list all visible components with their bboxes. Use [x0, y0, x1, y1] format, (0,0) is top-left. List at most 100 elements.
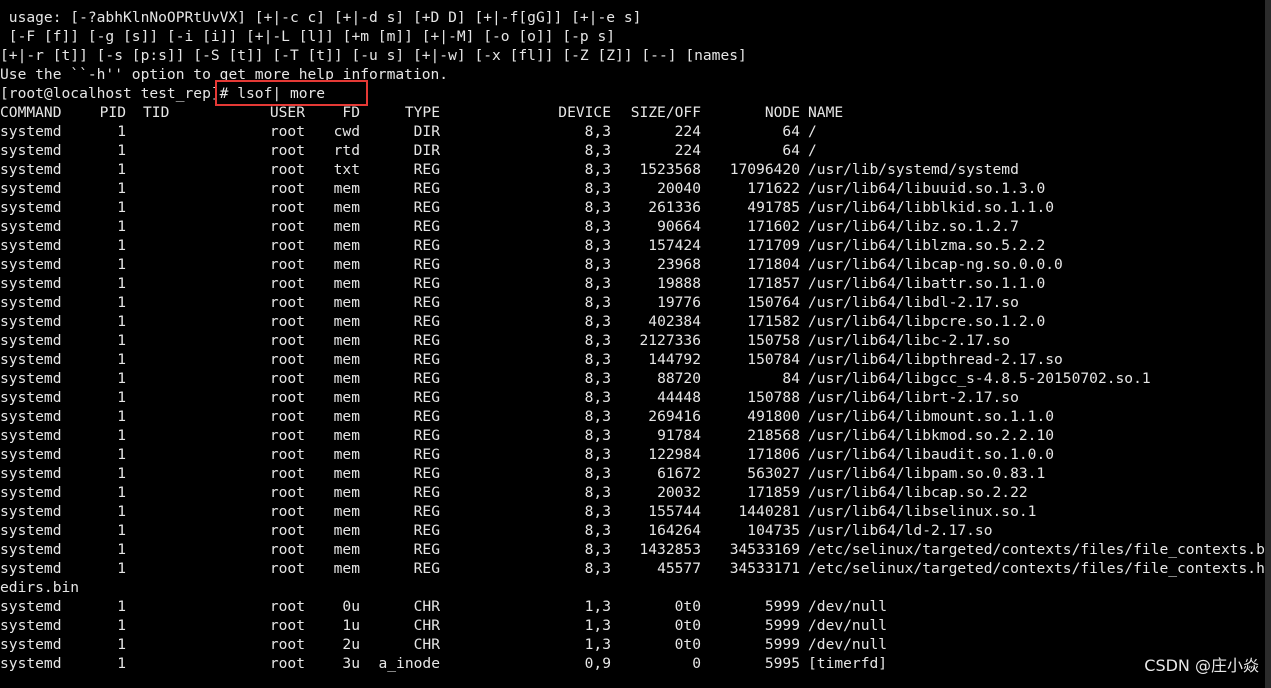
- cell-size: 155744: [648, 503, 701, 520]
- cell-type: CHR: [413, 636, 440, 653]
- cell-user: root: [269, 351, 305, 368]
- cell-command: systemd: [0, 123, 62, 140]
- cell-pid: 1: [117, 351, 126, 368]
- cell-fd: mem: [333, 351, 360, 368]
- cell-node: 171622: [747, 180, 800, 197]
- cell-node: 150764: [747, 294, 800, 311]
- cell-name: /: [808, 123, 817, 140]
- cell-pid: 1: [117, 427, 126, 444]
- cell-type: REG: [413, 218, 440, 235]
- cell-pid: 1: [117, 142, 126, 159]
- cell-type: REG: [413, 313, 440, 330]
- cell-size: 23968: [657, 256, 701, 273]
- cell-pid: 1: [117, 294, 126, 311]
- header-type: TYPE: [404, 104, 440, 121]
- cell-size: 164264: [648, 522, 701, 539]
- cell-command: systemd: [0, 370, 62, 387]
- terminal-output[interactable]: usage: [-?abhKlnNoOPRtUvVX] [+|-c c] [+|…: [0, 8, 1271, 673]
- cell-pid: 1: [117, 218, 126, 235]
- table-row: systemd 1 root mem REG 8,3 155744 1440281/usr/l…: [0, 502, 1271, 521]
- cell-device: 8,3: [584, 161, 611, 178]
- cell-pid: 1: [117, 484, 126, 501]
- cell-name: /usr/lib64/libdl-2.17.so: [808, 294, 1019, 311]
- table-row: systemd 1 root mem REG 8,3 19888 171857/usr/lib…: [0, 274, 1271, 293]
- table-row: systemd 1 root mem REG 8,3 402384 171582/usr/li…: [0, 312, 1271, 331]
- cell-type: REG: [413, 389, 440, 406]
- cell-node: 34533171: [729, 560, 800, 577]
- cell-size: 144792: [648, 351, 701, 368]
- table-row: systemd 1 root mem REG 8,3 20032 171859/usr/lib…: [0, 483, 1271, 502]
- cell-fd: mem: [333, 484, 360, 501]
- table-row: systemd 1 root mem REG 8,3 20040 171622/usr/lib…: [0, 179, 1271, 198]
- cell-device: 8,3: [584, 332, 611, 349]
- cell-size: 1432853: [639, 541, 701, 558]
- cell-node: 5999: [764, 598, 800, 615]
- cell-command: systemd: [0, 598, 62, 615]
- cell-type: REG: [413, 522, 440, 539]
- cell-device: 8,3: [584, 389, 611, 406]
- table-row: systemd 1 root mem REG 8,3 261336 491785/usr/li…: [0, 198, 1271, 217]
- cell-device: 8,3: [584, 503, 611, 520]
- cell-node: 17096420: [729, 161, 800, 178]
- cell-fd: mem: [333, 294, 360, 311]
- cell-fd: mem: [333, 256, 360, 273]
- cell-device: 8,3: [584, 180, 611, 197]
- cell-type: REG: [413, 256, 440, 273]
- cell-type: CHR: [413, 598, 440, 615]
- cell-node: 171857: [747, 275, 800, 292]
- table-row: systemd 1 root mem REG 8,3 164264 104735/usr/li…: [0, 521, 1271, 540]
- terminal-scrollbar[interactable]: [1265, 0, 1271, 688]
- cell-fd: rtd: [333, 142, 360, 159]
- cell-type: REG: [413, 294, 440, 311]
- cell-node: 64: [782, 142, 800, 159]
- cell-name: /: [808, 142, 817, 159]
- usage-line-3: [+|-r [t]] [-s [p:s]] [-S [t]] [-T [t]] …: [0, 47, 747, 64]
- cell-command: systemd: [0, 655, 62, 672]
- cell-name: /usr/lib64/libpcre.so.1.2.0: [808, 313, 1046, 330]
- cell-pid: 1: [117, 389, 126, 406]
- header-device: DEVICE: [558, 104, 611, 121]
- cell-user: root: [269, 408, 305, 425]
- cell-user: root: [269, 180, 305, 197]
- cell-command: systemd: [0, 465, 62, 482]
- cell-node: 491785: [747, 199, 800, 216]
- table-row: systemd 1 root mem REG 8,3 122984 171806/usr/li…: [0, 445, 1271, 464]
- cell-type: REG: [413, 446, 440, 463]
- cell-device: 8,3: [584, 370, 611, 387]
- cell-device: 8,3: [584, 351, 611, 368]
- table-row: systemd 1 root mem REG 8,3 61672 563027/usr/lib…: [0, 464, 1271, 483]
- table-row: systemd 1 root cwd DIR 8,3 224 64 /: [0, 122, 1271, 141]
- cell-size: 402384: [648, 313, 701, 330]
- cell-size: 0t0: [674, 636, 701, 653]
- cell-device: 1,3: [584, 617, 611, 634]
- cell-name: /usr/lib64/libcap-ng.so.0.0.0: [808, 256, 1063, 273]
- cell-command: systemd: [0, 161, 62, 178]
- cell-node: 5995: [764, 655, 800, 672]
- cell-node: 171859: [747, 484, 800, 501]
- cell-device: 8,3: [584, 408, 611, 425]
- cell-user: root: [269, 370, 305, 387]
- prompt-line: [root@localhost test_rep]# lsof| more: [0, 84, 1271, 103]
- cell-type: REG: [413, 332, 440, 349]
- cell-name: /usr/lib64/libc-2.17.so: [808, 332, 1011, 349]
- cell-name: /usr/lib/systemd/systemd: [808, 161, 1019, 178]
- cell-pid: 1: [117, 655, 126, 672]
- cell-pid: 1: [117, 370, 126, 387]
- cell-name: /usr/lib64/libblkid.so.1.1.0: [808, 199, 1055, 216]
- cell-user: root: [269, 484, 305, 501]
- cell-size: 224: [674, 142, 701, 159]
- cell-device: 8,3: [584, 446, 611, 463]
- cell-size: 122984: [648, 446, 701, 463]
- cell-size: 0t0: [674, 617, 701, 634]
- cell-device: 8,3: [584, 218, 611, 235]
- cell-fd: mem: [333, 332, 360, 349]
- cell-node: 218568: [747, 427, 800, 444]
- cell-size: 269416: [648, 408, 701, 425]
- table-body-main: systemd 1 root cwd DIR 8,3 224 64 / systemd 1 root r…: [0, 122, 1271, 578]
- cell-name: [timerfd]: [808, 655, 888, 672]
- cell-fd: mem: [333, 446, 360, 463]
- cell-pid: 1: [117, 199, 126, 216]
- cell-name: /usr/lib64/libselinux.so.1: [808, 503, 1037, 520]
- header-size: SIZE/OFF: [630, 104, 701, 121]
- cell-node: 491800: [747, 408, 800, 425]
